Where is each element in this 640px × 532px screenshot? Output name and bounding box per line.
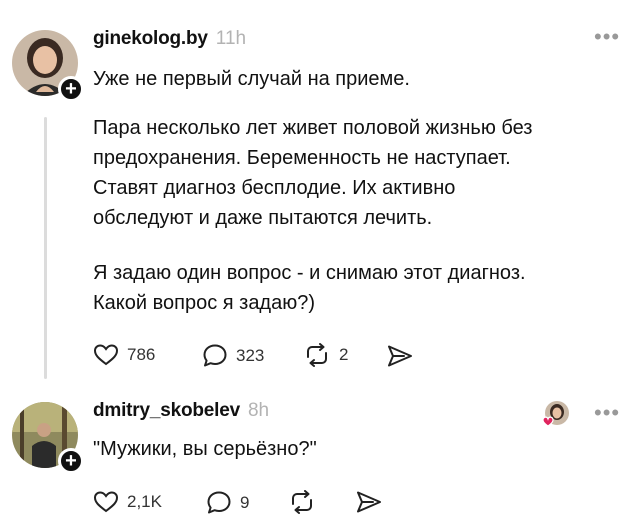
reply-text: "Мужики, вы серьёзно?" [93, 438, 317, 460]
thread-line [44, 117, 47, 379]
follow-plus-icon[interactable]: + [58, 76, 84, 102]
repost-button[interactable]: 2 [303, 343, 348, 367]
reply-time: 8h [247, 400, 270, 421]
repost-count: 2 [339, 345, 349, 364]
more-icon[interactable]: ••• [594, 24, 620, 50]
like-button[interactable]: 786 [93, 343, 155, 367]
repost-icon[interactable] [288, 490, 316, 519]
comment-icon [203, 344, 227, 367]
more-icon[interactable]: ••• [594, 400, 620, 426]
reply-username[interactable]: dmitry_skobelev [93, 400, 240, 422]
repost-icon [307, 343, 327, 367]
post-paragraph-1: Пара несколько лет живет половой жизнью … [93, 117, 533, 229]
comment-icon [207, 491, 231, 514]
share-icon[interactable] [355, 490, 383, 519]
post-first-line: Уже не первый случай на приеме. [93, 68, 410, 90]
comment-count: 323 [236, 345, 265, 365]
reply-like-button[interactable]: 2,1K [93, 490, 162, 514]
reply-like-count: 2,1K [127, 492, 162, 511]
like-count: 786 [127, 345, 156, 364]
reply-comment-count: 9 [240, 492, 250, 512]
comment-button[interactable]: 323 [202, 343, 264, 368]
post-time: 11h [215, 28, 247, 49]
share-icon[interactable] [386, 344, 414, 373]
follow-plus-icon[interactable]: + [58, 448, 84, 474]
reply-comment-button[interactable]: 9 [206, 490, 249, 515]
heart-icon [93, 344, 119, 366]
post-paragraph-2: Я задаю один вопрос - и снимаю этот диаг… [93, 262, 526, 314]
heart-icon [93, 491, 119, 513]
post-username[interactable]: ginekolog.by [93, 28, 208, 50]
liked-by-author-avatar [542, 400, 570, 428]
